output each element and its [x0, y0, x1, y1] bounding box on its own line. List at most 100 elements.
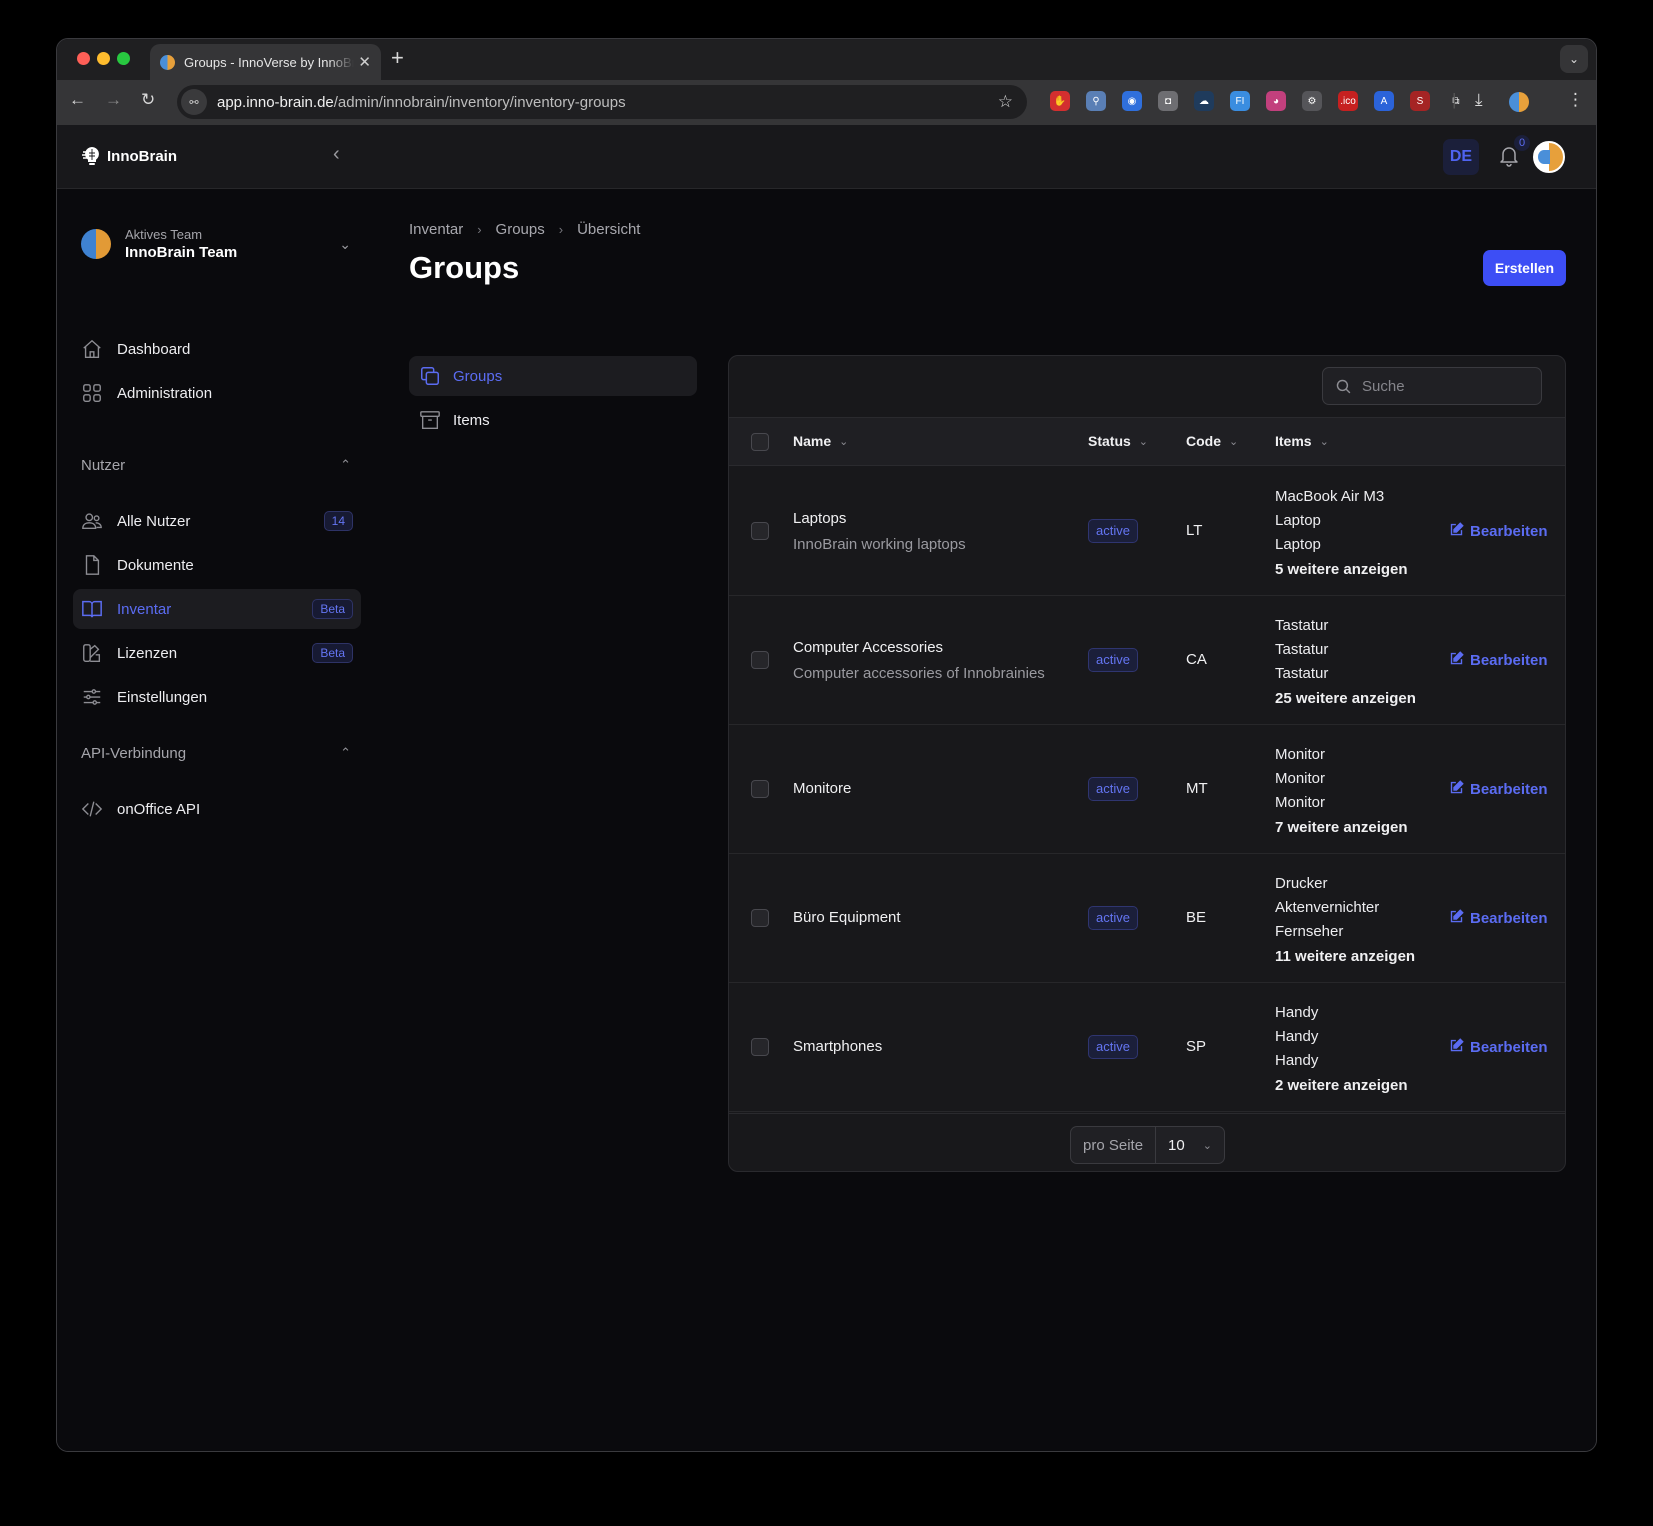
table-header: Name ⌄ Status ⌄ Code ⌄ Items ⌄	[729, 417, 1565, 466]
breadcrumb-inventar[interactable]: Inventar	[409, 221, 463, 238]
sidebar-item-label: onOffice API	[117, 800, 201, 818]
row-checkbox[interactable]	[751, 651, 769, 669]
edit-button[interactable]: Bearbeiten	[1449, 909, 1548, 928]
cloud-extension-icon[interactable]: ☁	[1194, 91, 1214, 111]
edit-button[interactable]: Bearbeiten	[1449, 522, 1548, 541]
download-icon[interactable]: ⤓	[1475, 90, 1483, 110]
url-text[interactable]: app.inno-brain.de/admin/innobrain/invent…	[217, 94, 626, 111]
app-header: InnoBrain ‹ DE 0	[57, 125, 1596, 189]
subnav-label: Groups	[453, 367, 503, 385]
table-row: Computer Accessories Computer accessorie…	[729, 596, 1565, 725]
maximize-window-button[interactable]	[117, 52, 130, 65]
sidebar-item-alle-nutzer[interactable]: Alle Nutzer 14	[73, 501, 361, 541]
profile-avatar-icon[interactable]	[1509, 92, 1529, 112]
innobrain-logo[interactable]: InnoBrain	[81, 145, 177, 167]
edit-button[interactable]: Bearbeiten	[1449, 780, 1548, 799]
show-more-link[interactable]: 11 weitere anzeigen	[1275, 945, 1415, 969]
tab-strip: Groups - InnoVerse by InnoBrain ✕ + ⌄	[57, 39, 1596, 80]
browser-menu-icon[interactable]: ⋮	[1567, 90, 1584, 110]
subnav-items[interactable]: Items	[409, 400, 697, 440]
user-avatar[interactable]	[1533, 141, 1565, 173]
sidebar-item-einstellungen[interactable]: Einstellungen	[73, 677, 361, 717]
groups-table-card: Name⌄ Status⌄ Code⌄ Items⌄ Laptops InnoB…	[728, 355, 1566, 1172]
close-tab-icon[interactable]: ✕	[358, 53, 371, 71]
row-checkbox[interactable]	[751, 1038, 769, 1056]
show-more-link[interactable]: 7 weitere anzeigen	[1275, 816, 1408, 840]
notification-count-badge: 0	[1514, 135, 1530, 151]
sidebar-item-lizenzen[interactable]: Lizenzen Beta	[73, 633, 361, 673]
gear-extension-icon[interactable]: ⚙	[1302, 91, 1322, 111]
per-page-select[interactable]: pro Seite 10 ⌄	[1070, 1126, 1225, 1164]
sidebar-item-dokumente[interactable]: Dokumente	[73, 545, 361, 585]
show-more-link[interactable]: 5 weitere anzeigen	[1275, 558, 1408, 582]
minimize-window-button[interactable]	[97, 52, 110, 65]
row-checkbox[interactable]	[751, 780, 769, 798]
brand-name: InnoBrain	[107, 147, 177, 165]
create-button[interactable]: Erstellen	[1483, 250, 1566, 286]
onepassword-icon[interactable]: ◉	[1122, 91, 1142, 111]
group-code: CA	[1186, 651, 1207, 668]
items-list: Monitor Monitor Monitor 7 weitere anzeigen	[1275, 743, 1408, 840]
camera-icon[interactable]: ◘	[1158, 91, 1178, 111]
edit-pencil-icon	[1449, 1038, 1464, 1057]
search-field[interactable]	[1322, 367, 1542, 405]
show-more-link[interactable]: 25 weitere anzeigen	[1275, 687, 1416, 711]
status-badge: active	[1088, 906, 1138, 930]
octopus-extension-icon[interactable]: ◕	[1266, 91, 1286, 111]
show-more-link[interactable]: 2 weitere anzeigen	[1275, 1074, 1408, 1098]
reload-icon[interactable]: ↻	[141, 90, 155, 110]
column-header-status[interactable]: Status ⌄	[1088, 433, 1148, 449]
item-name: MacBook Air M3	[1275, 488, 1385, 505]
edit-button[interactable]: Bearbeiten	[1449, 1038, 1548, 1057]
sidebar-item-onoffice-api[interactable]: onOffice API	[73, 789, 361, 829]
ico-extension-icon[interactable]: .ico	[1338, 91, 1358, 111]
language-switcher[interactable]: DE	[1443, 139, 1479, 175]
section-toggle-nutzer[interactable]: Nutzer ⌃	[81, 457, 351, 474]
adblock-icon[interactable]: ✋	[1050, 91, 1070, 111]
sidebar-item-administration[interactable]: Administration	[73, 373, 361, 413]
tab-search-button[interactable]: ⌄	[1560, 45, 1588, 73]
magnifier-extension-icon[interactable]: ⚲	[1086, 91, 1106, 111]
row-checkbox[interactable]	[751, 522, 769, 540]
beta-badge: Beta	[312, 643, 353, 663]
item-name: Handy	[1275, 1004, 1319, 1021]
team-switcher[interactable]: Aktives Team InnoBrain Team ⌄	[81, 227, 351, 261]
sidebar-item-inventar[interactable]: Inventar Beta	[73, 589, 361, 629]
column-header-items[interactable]: Items ⌄	[1275, 433, 1329, 449]
search-input[interactable]	[1362, 377, 1532, 395]
edit-button[interactable]: Bearbeiten	[1449, 651, 1548, 670]
chevron-up-icon: ⌃	[340, 745, 351, 760]
column-header-code[interactable]: Code ⌄	[1186, 433, 1238, 449]
per-page-label: pro Seite	[1071, 1127, 1157, 1163]
select-all-checkbox[interactable]	[751, 433, 769, 451]
column-header-name[interactable]: Name ⌄	[793, 433, 848, 449]
item-name: Aktenvernichter	[1275, 899, 1380, 916]
section-title: API-Verbindung	[81, 745, 187, 762]
subnav-groups[interactable]: Groups	[409, 356, 697, 396]
breadcrumb-groups[interactable]: Groups	[496, 221, 545, 238]
per-page-value[interactable]: 10 ⌄	[1156, 1137, 1224, 1154]
browser-toolbar: ← → ↻ ⚯ app.inno-brain.de/admin/innobrai…	[57, 80, 1596, 125]
forward-arrow-icon[interactable]: →	[105, 90, 122, 110]
back-arrow-icon[interactable]: ←	[69, 90, 86, 110]
collapse-sidebar-chevron-left-icon[interactable]: ‹	[333, 143, 340, 166]
bookmark-star-icon[interactable]: ☆	[998, 92, 1013, 112]
chevron-down-icon: ⌄	[1202, 1139, 1212, 1152]
copy-stack-icon	[419, 365, 441, 387]
site-settings-icon[interactable]: ⚯	[181, 89, 207, 115]
edit-pencil-icon	[1449, 780, 1464, 799]
row-checkbox[interactable]	[751, 909, 769, 927]
team-label: Aktives Team	[125, 227, 203, 242]
toolbar-divider: |	[1452, 90, 1457, 109]
browser-tab-active[interactable]: Groups - InnoVerse by InnoBrain ✕	[150, 44, 381, 80]
translate-icon[interactable]: A	[1374, 91, 1394, 111]
new-tab-button[interactable]: +	[391, 45, 404, 71]
chevron-down-icon: ⌄	[839, 435, 849, 448]
seo-extension-icon[interactable]: S	[1410, 91, 1430, 111]
fi-extension-icon[interactable]: FI	[1230, 91, 1250, 111]
item-name: Tastatur	[1275, 665, 1329, 682]
close-window-button[interactable]	[77, 52, 90, 65]
sidebar-item-dashboard[interactable]: Dashboard	[73, 329, 361, 369]
section-toggle-api[interactable]: API-Verbindung ⌃	[81, 745, 351, 762]
address-bar[interactable]: ⚯ app.inno-brain.de/admin/innobrain/inve…	[177, 85, 1027, 119]
